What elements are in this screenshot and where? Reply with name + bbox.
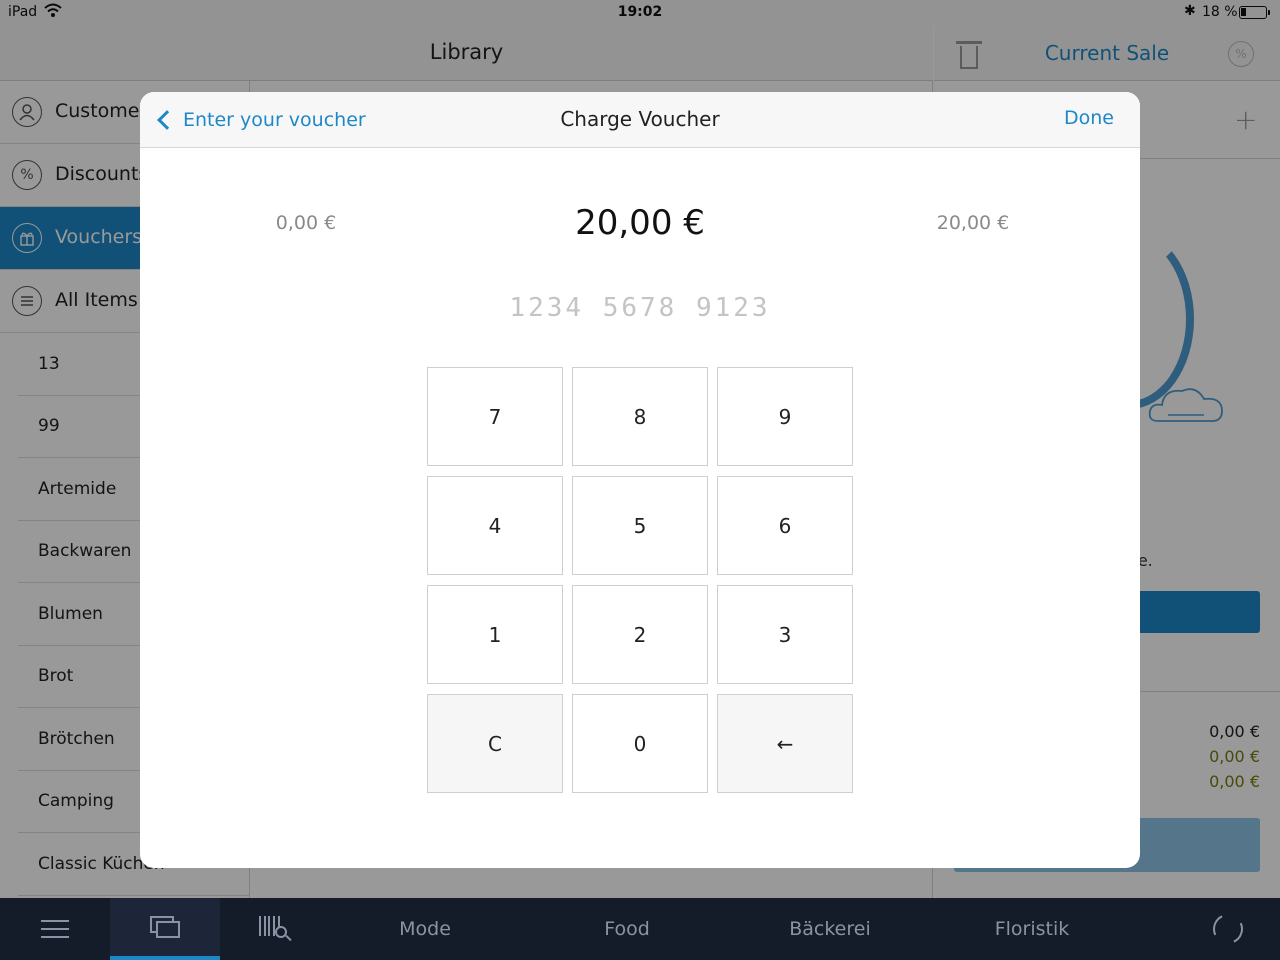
key-6[interactable]: 6 — [717, 476, 853, 575]
key-9[interactable]: 9 — [717, 367, 853, 466]
hamburger-icon — [41, 920, 69, 938]
key-4[interactable]: 4 — [427, 476, 563, 575]
done-button[interactable]: Done — [1064, 107, 1114, 129]
modal-header: Enter your voucher Charge Voucher Done — [140, 92, 1140, 148]
tab-food[interactable]: Food — [530, 898, 724, 960]
tab-floristik[interactable]: Floristik — [934, 898, 1130, 960]
bottom-tab-bar: Mode Food Bäckerei Floristik — [0, 898, 1280, 960]
sync-icon — [1208, 909, 1248, 949]
tab-mode[interactable]: Mode — [330, 898, 520, 960]
barcode-search-icon — [257, 914, 293, 944]
key-7[interactable]: 7 — [427, 367, 563, 466]
scan-tab[interactable] — [220, 898, 330, 960]
modal-title: Charge Voucher — [560, 107, 720, 131]
key-2[interactable]: 2 — [572, 585, 708, 684]
key-5[interactable]: 5 — [572, 476, 708, 575]
amount-right: 20,00 € — [936, 212, 1010, 234]
screens-icon — [150, 916, 180, 938]
menu-tab[interactable] — [0, 898, 110, 960]
key-1[interactable]: 1 — [427, 585, 563, 684]
key-3[interactable]: 3 — [717, 585, 853, 684]
key-8[interactable]: 8 — [572, 367, 708, 466]
charge-voucher-modal: Enter your voucher Charge Voucher Done 0… — [140, 92, 1140, 868]
key-clear[interactable]: C — [427, 694, 563, 793]
key-0[interactable]: 0 — [572, 694, 708, 793]
tab-baeckerei[interactable]: Bäckerei — [730, 898, 930, 960]
key-backspace[interactable]: ← — [717, 694, 853, 793]
library-tab[interactable] — [110, 898, 220, 960]
sync-tab[interactable] — [1180, 898, 1276, 960]
voucher-code-input[interactable] — [390, 288, 890, 328]
